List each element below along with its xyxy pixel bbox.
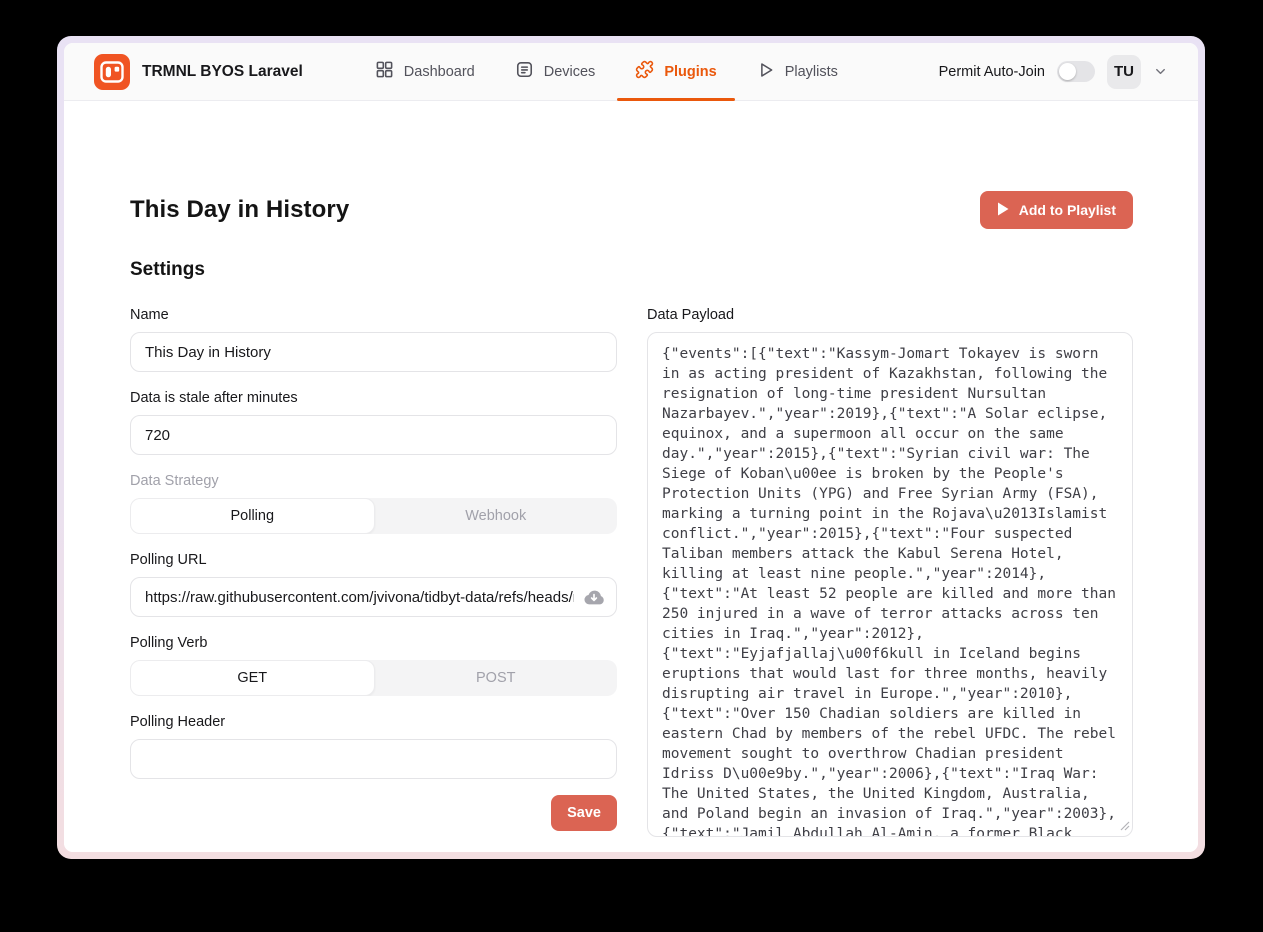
polling-url-field-group: Polling URL [130,550,617,617]
strategy-option-webhook[interactable]: Webhook [375,498,618,534]
nav-label: Devices [544,64,596,80]
main-content: This Day in History Add to Playlist Sett… [64,101,1198,852]
toggle-knob [1059,63,1076,80]
stale-label: Data is stale after minutes [130,388,617,408]
trmnl-logo-icon[interactable] [94,54,130,90]
permit-auto-join-label: Permit Auto-Join [939,64,1045,80]
nav-label: Dashboard [404,64,475,80]
top-navbar: TRMNL BYOS Laravel Dashboard [64,43,1198,101]
strategy-field-group: Data Strategy Polling Webhook [130,471,617,534]
nav-label: Plugins [664,64,716,80]
verb-option-post[interactable]: POST [375,660,618,696]
save-row: Save [130,795,617,831]
settings-columns: Name Data is stale after minutes Data St… [130,305,1133,842]
user-menu-chevron-down-icon[interactable] [1153,64,1168,79]
name-input[interactable] [130,332,617,372]
user-avatar[interactable]: TU [1107,55,1141,89]
page-title-row: This Day in History Add to Playlist [130,191,1133,229]
polling-url-input[interactable] [130,577,617,617]
polling-header-field-group: Polling Header [130,712,617,779]
polling-verb-segmented-control: GET POST [130,660,617,696]
save-button[interactable]: Save [551,795,617,831]
settings-form: Name Data is stale after minutes Data St… [130,305,617,842]
polling-url-label: Polling URL [130,550,617,570]
cloud-download-icon[interactable] [583,588,605,606]
data-payload-textarea[interactable]: {"events":[{"text":"Kassym-Jomart Tokaye… [647,332,1133,837]
stale-field-group: Data is stale after minutes [130,388,617,455]
strategy-option-polling[interactable]: Polling [130,498,375,534]
playlists-play-icon [757,61,775,83]
nav-item-dashboard[interactable]: Dashboard [355,43,495,100]
data-strategy-label: Data Strategy [130,471,617,491]
add-to-playlist-button[interactable]: Add to Playlist [980,191,1133,229]
data-payload-label: Data Payload [647,305,1133,325]
nav-label: Playlists [785,64,838,80]
polling-verb-field-group: Polling Verb GET POST [130,633,617,696]
polling-header-label: Polling Header [130,712,617,732]
page-title: This Day in History [130,196,349,224]
brand-title: TRMNL BYOS Laravel [142,63,303,81]
permit-auto-join-toggle[interactable] [1057,61,1095,82]
name-field-group: Name [130,305,617,372]
plugins-puzzle-icon [635,60,654,83]
settings-heading: Settings [130,259,1133,281]
nav-item-devices[interactable]: Devices [495,43,616,100]
dashboard-grid-icon [375,60,394,83]
add-to-playlist-label: Add to Playlist [1019,202,1116,218]
header-right-group: Permit Auto-Join TU [939,55,1168,89]
main-nav: Dashboard Devices [355,43,858,100]
app-window: TRMNL BYOS Laravel Dashboard [57,36,1205,859]
payload-column: Data Payload {"events":[{"text":"Kassym-… [647,305,1133,842]
name-label: Name [130,305,617,325]
app-card: TRMNL BYOS Laravel Dashboard [64,43,1198,852]
polling-verb-label: Polling Verb [130,633,617,653]
devices-icon [515,60,534,83]
polling-header-input[interactable] [130,739,617,779]
verb-option-get[interactable]: GET [130,660,375,696]
nav-item-plugins[interactable]: Plugins [615,43,736,100]
stale-minutes-input[interactable] [130,415,617,455]
play-icon [997,202,1009,219]
data-strategy-segmented-control: Polling Webhook [130,498,617,534]
nav-item-playlists[interactable]: Playlists [737,43,858,100]
